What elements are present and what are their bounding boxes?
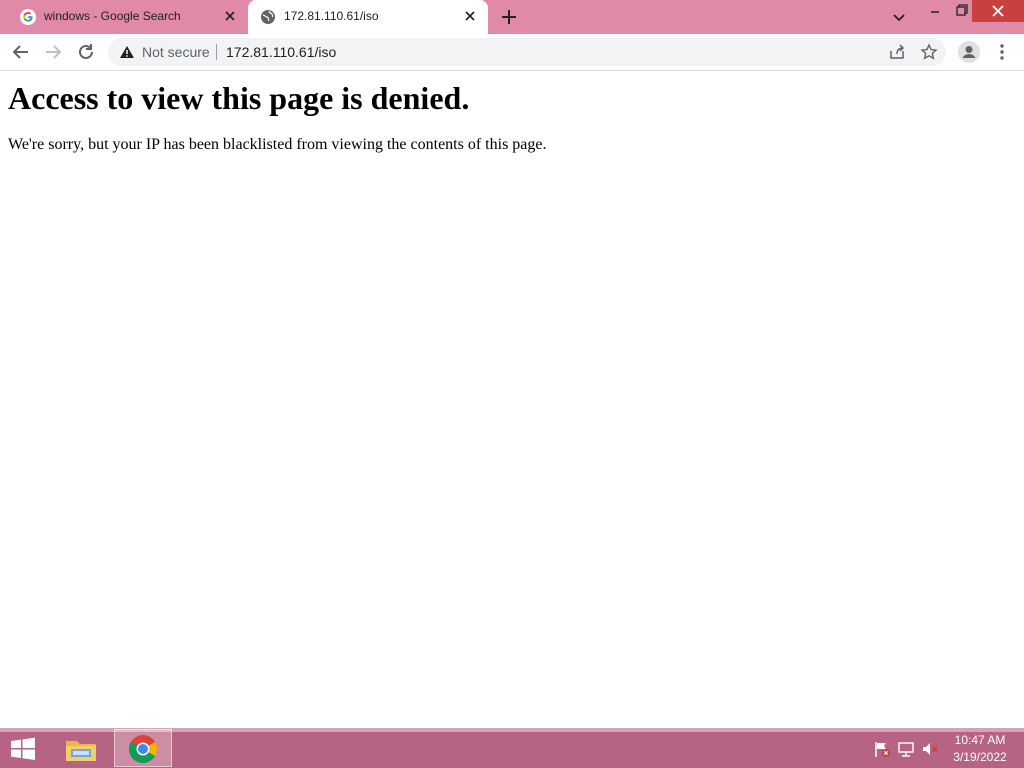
chrome-taskbar-button[interactable] bbox=[114, 729, 172, 767]
security-status-label[interactable]: Not secure bbox=[142, 44, 210, 60]
tab-active-iso[interactable]: 172.81.110.61/iso bbox=[248, 0, 488, 34]
file-explorer-icon[interactable] bbox=[63, 734, 99, 764]
new-tab-plus-icon[interactable] bbox=[499, 7, 519, 27]
back-arrow-icon[interactable] bbox=[9, 40, 33, 64]
windows-start-icon[interactable] bbox=[8, 736, 38, 762]
bookmark-star-icon[interactable] bbox=[920, 43, 938, 61]
address-separator bbox=[216, 44, 217, 60]
forward-arrow-icon[interactable] bbox=[41, 40, 65, 64]
chrome-icon bbox=[129, 735, 157, 763]
tab-google-search[interactable]: windows - Google Search bbox=[8, 0, 248, 34]
title-bar: windows - Google Search 172.81.110.61/is… bbox=[0, 0, 1024, 34]
close-tab-icon[interactable] bbox=[222, 8, 238, 24]
clock-time[interactable]: 10:47 AM bbox=[944, 733, 1016, 747]
address-bar[interactable]: Not secure 172.81.110.61/iso bbox=[108, 38, 946, 66]
clock-date[interactable]: 3/19/2022 bbox=[944, 750, 1016, 764]
reload-icon[interactable] bbox=[74, 40, 98, 64]
chevron-down-icon[interactable] bbox=[890, 8, 908, 26]
close-icon[interactable] bbox=[972, 0, 1024, 22]
network-icon[interactable] bbox=[897, 740, 915, 758]
volume-muted-icon[interactable] bbox=[921, 740, 939, 758]
tab-title: 172.81.110.61/iso bbox=[284, 9, 379, 23]
action-center-flag-icon[interactable] bbox=[873, 740, 891, 758]
globe-icon bbox=[261, 10, 275, 24]
kebab-menu-icon[interactable] bbox=[992, 42, 1012, 62]
denied-message: We're sorry, but your IP has been blackl… bbox=[8, 136, 547, 153]
close-tab-icon[interactable] bbox=[462, 8, 478, 24]
tab-title: windows - Google Search bbox=[44, 9, 181, 23]
page-title: Access to view this page is denied. bbox=[8, 80, 470, 116]
profile-avatar-icon[interactable] bbox=[958, 41, 980, 63]
share-icon[interactable] bbox=[888, 43, 906, 61]
url-text[interactable]: 172.81.110.61/iso bbox=[226, 44, 336, 60]
browser-toolbar: Not secure 172.81.110.61/iso bbox=[0, 34, 1024, 71]
taskbar: 10:47 AM 3/19/2022 bbox=[0, 728, 1024, 768]
warning-triangle-icon[interactable] bbox=[119, 44, 135, 60]
google-icon bbox=[20, 9, 36, 25]
page-content: Access to view this page is denied. We'r… bbox=[0, 71, 1024, 728]
